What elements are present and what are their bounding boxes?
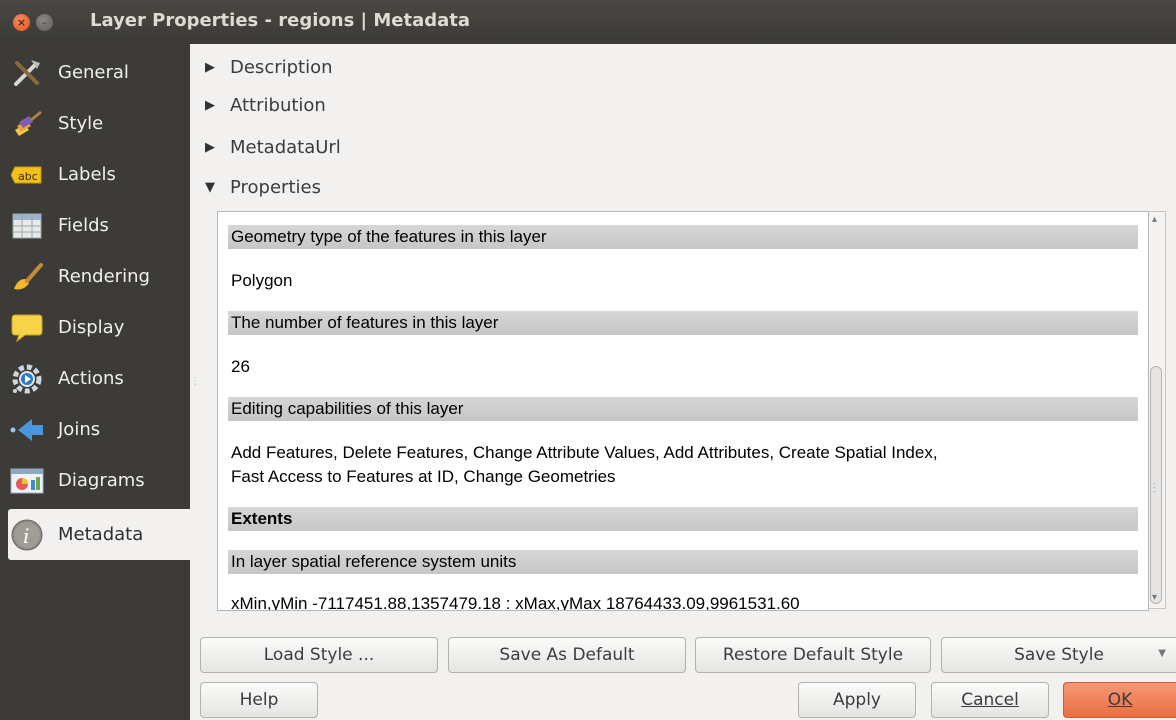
join-arrow-icon bbox=[10, 413, 44, 447]
help-button[interactable]: Help bbox=[200, 682, 318, 718]
section-metadataurl[interactable]: ▶ MetadataUrl bbox=[205, 132, 341, 162]
sidebar-item-actions[interactable]: Actions bbox=[0, 353, 190, 404]
chevron-down-icon: ▼ bbox=[1158, 648, 1166, 659]
sidebar-item-label: Metadata bbox=[58, 524, 144, 545]
sidebar-item-label: Diagrams bbox=[58, 470, 145, 491]
cancel-button[interactable]: Cancel bbox=[931, 682, 1049, 718]
sidebar-item-display[interactable]: Display bbox=[0, 302, 190, 353]
sidebar-item-metadata[interactable]: i Metadata bbox=[8, 509, 190, 560]
ok-button[interactable]: OK bbox=[1063, 682, 1176, 718]
table-icon bbox=[10, 209, 44, 243]
scroll-down-icon[interactable]: ▾ bbox=[1152, 592, 1157, 603]
sidebar-item-general[interactable]: General bbox=[0, 47, 190, 98]
button-label: Load Style ... bbox=[263, 645, 375, 665]
units-header: In layer spatial reference system units bbox=[228, 550, 1138, 574]
paintbrush-icon bbox=[10, 107, 44, 141]
sidebar-item-labels[interactable]: abc Labels bbox=[0, 149, 190, 200]
section-description[interactable]: ▶ Description bbox=[205, 52, 333, 82]
expand-arrow-icon: ▶ bbox=[205, 59, 215, 75]
expand-arrow-icon: ▶ bbox=[205, 139, 215, 155]
section-attribution[interactable]: ▶ Attribution bbox=[205, 90, 326, 120]
extents-header: Extents bbox=[228, 507, 1138, 531]
svg-text:i: i bbox=[23, 524, 29, 548]
scrollbar-thumb[interactable]: --- bbox=[1150, 366, 1162, 604]
sidebar-item-label: Display bbox=[58, 317, 125, 338]
grip-icon: --- bbox=[1153, 479, 1156, 496]
button-label: Help bbox=[239, 690, 279, 710]
section-label: Attribution bbox=[230, 94, 326, 116]
properties-panel[interactable]: Geometry type of the features in this la… bbox=[217, 211, 1149, 611]
button-label: Save As Default bbox=[499, 645, 635, 665]
window-title: Layer Properties - regions | Metadata bbox=[90, 10, 471, 31]
tools-icon bbox=[10, 56, 44, 90]
chart-icon bbox=[10, 464, 44, 498]
sidebar-item-label: Actions bbox=[58, 368, 124, 389]
svg-text:abc: abc bbox=[18, 170, 38, 183]
sidebar-item-label: General bbox=[58, 62, 129, 83]
section-label: Description bbox=[230, 56, 333, 78]
editing-capabilities-header: Editing capabilities of this layer bbox=[228, 397, 1138, 421]
collapse-arrow-icon: ▼ bbox=[205, 179, 215, 195]
feature-count-value: 26 bbox=[231, 357, 250, 376]
sidebar: General Style abc Labels Fields Renderin… bbox=[0, 44, 190, 720]
button-label: OK bbox=[1107, 690, 1133, 710]
section-label: Properties bbox=[230, 176, 321, 198]
brush-icon bbox=[10, 260, 44, 294]
splitter-handle[interactable]: ⋮ bbox=[190, 376, 200, 392]
scroll-up-icon[interactable]: ▴ bbox=[1152, 214, 1157, 225]
abc-label-icon: abc bbox=[10, 158, 44, 192]
sidebar-item-fields[interactable]: Fields bbox=[0, 200, 190, 251]
save-as-default-button[interactable]: Save As Default bbox=[448, 637, 686, 673]
geometry-type-header: Geometry type of the features in this la… bbox=[228, 225, 1138, 249]
speech-bubble-icon bbox=[10, 311, 44, 345]
button-label: Restore Default Style bbox=[722, 645, 904, 665]
properties-scrollbar[interactable]: ▴ --- ▾ bbox=[1149, 211, 1166, 609]
title-bar: × – Layer Properties - regions | Metadat… bbox=[0, 0, 1176, 44]
sidebar-item-joins[interactable]: Joins bbox=[0, 404, 190, 455]
restore-default-style-button[interactable]: Restore Default Style bbox=[695, 637, 931, 673]
section-label: MetadataUrl bbox=[230, 136, 341, 158]
editing-capabilities-line-1: Add Features, Delete Features, Change At… bbox=[231, 443, 938, 462]
expand-arrow-icon: ▶ bbox=[205, 97, 215, 113]
sidebar-item-label: Labels bbox=[58, 164, 116, 185]
load-style-button[interactable]: Load Style ... bbox=[200, 637, 438, 673]
info-icon: i bbox=[10, 518, 44, 552]
minimize-window-button[interactable]: – bbox=[36, 14, 53, 31]
sidebar-item-label: Style bbox=[58, 113, 104, 134]
apply-button[interactable]: Apply bbox=[798, 682, 916, 718]
geometry-type-value: Polygon bbox=[231, 271, 293, 290]
button-label: Save Style bbox=[1014, 645, 1104, 665]
save-style-dropdown[interactable]: Save Style ▼ bbox=[941, 637, 1176, 673]
extent-value: xMin,yMin -7117451.88,1357479.18 : xMax,… bbox=[231, 594, 800, 611]
editing-capabilities-line-2: Fast Access to Features at ID, Change Ge… bbox=[231, 467, 616, 486]
sidebar-item-label: Rendering bbox=[58, 266, 150, 287]
button-label: Cancel bbox=[961, 690, 1019, 710]
sidebar-item-label: Fields bbox=[58, 215, 109, 236]
button-label: Apply bbox=[833, 690, 881, 710]
sidebar-item-label: Joins bbox=[58, 419, 101, 440]
gear-play-icon bbox=[10, 362, 44, 396]
sidebar-item-style[interactable]: Style bbox=[0, 98, 190, 149]
sidebar-item-rendering[interactable]: Rendering bbox=[0, 251, 190, 302]
sidebar-item-diagrams[interactable]: Diagrams bbox=[0, 455, 190, 506]
feature-count-header: The number of features in this layer bbox=[228, 311, 1138, 335]
section-properties[interactable]: ▼ Properties bbox=[205, 172, 321, 202]
close-window-button[interactable]: × bbox=[13, 14, 30, 31]
